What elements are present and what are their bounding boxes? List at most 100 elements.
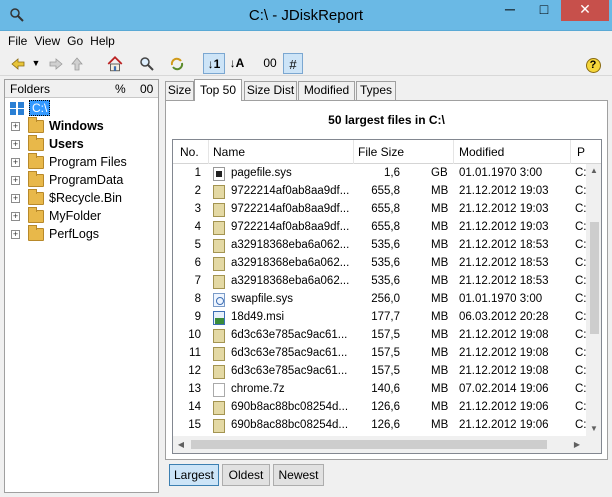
file-path: C: bbox=[575, 257, 587, 269]
help-button[interactable]: ? bbox=[583, 53, 603, 74]
table-row[interactable]: 10 6d3c63e785ac9ac61... 157,5 MB 21.12.2012 … bbox=[173, 327, 587, 345]
sort-by-name-button[interactable]: ↓A bbox=[226, 53, 248, 74]
expand-icon[interactable]: + bbox=[11, 140, 20, 149]
file-path: C: bbox=[575, 167, 587, 179]
newest-button[interactable]: Newest bbox=[273, 464, 324, 486]
chevron-down-icon: ▼ bbox=[31, 58, 41, 68]
file-size-unit: MB bbox=[431, 239, 449, 251]
expand-icon[interactable]: + bbox=[11, 158, 20, 167]
tree-item[interactable]: + Users bbox=[5, 135, 158, 154]
expand-icon[interactable]: + bbox=[11, 212, 20, 221]
show-count-button[interactable]: # bbox=[283, 53, 303, 74]
file-size: 655,8 bbox=[371, 203, 400, 215]
file-size: 1,6 bbox=[384, 167, 400, 179]
largest-button[interactable]: Largest bbox=[169, 464, 219, 486]
row-number: 12 bbox=[188, 365, 201, 377]
folders-count-column[interactable]: 00 bbox=[140, 82, 153, 96]
arrow-right-icon bbox=[49, 58, 63, 70]
expand-icon[interactable]: + bbox=[11, 194, 20, 203]
refresh-button[interactable] bbox=[167, 53, 187, 74]
column-header-modified[interactable]: Modified bbox=[459, 145, 504, 159]
scroll-right-icon[interactable]: ▶ bbox=[569, 436, 585, 453]
largest-files-table: No. Name File Size Modified P 1 pagefile.… bbox=[172, 139, 602, 454]
file-size: 126,6 bbox=[371, 419, 400, 431]
tree-item[interactable]: + Windows bbox=[5, 117, 158, 136]
vertical-scroll-thumb[interactable] bbox=[590, 222, 599, 334]
table-row[interactable]: 13 chrome.7z 140,6 MB 07.02.2014 19:06 C: bbox=[173, 381, 587, 399]
forward-button[interactable] bbox=[46, 53, 66, 74]
horizontal-scroll-thumb[interactable] bbox=[191, 440, 547, 449]
table-row[interactable]: 4 9722214af0ab8aa9df... 655,8 MB 21.12.2012 … bbox=[173, 219, 587, 237]
folder-icon bbox=[28, 171, 44, 187]
tree-item[interactable]: + Program Files bbox=[5, 153, 158, 172]
minimize-button[interactable]: ─ bbox=[493, 0, 527, 21]
file-path: C: bbox=[575, 419, 587, 431]
scroll-up-icon[interactable]: ▲ bbox=[586, 164, 601, 178]
column-header-path[interactable]: P bbox=[577, 145, 585, 159]
file-size-unit: MB bbox=[431, 419, 449, 431]
back-dropdown-button[interactable]: ▼ bbox=[29, 53, 43, 74]
menu-help[interactable]: Help bbox=[90, 34, 115, 48]
table-row[interactable]: 14 690b8ac88bc08254d... 126,6 MB 21.12.2012 … bbox=[173, 399, 587, 417]
table-row[interactable]: 6 a32918368eba6a062... 535,6 MB 21.12.2012 1… bbox=[173, 255, 587, 273]
show-size-button[interactable]: 00 bbox=[259, 53, 281, 74]
oldest-button[interactable]: Oldest bbox=[222, 464, 270, 486]
folders-header: Folders % 00 bbox=[5, 80, 158, 98]
table-row[interactable]: 15 690b8ac88bc08254d... 126,6 MB 21.12.2012 … bbox=[173, 417, 587, 435]
home-button[interactable] bbox=[104, 53, 126, 74]
scroll-corner bbox=[586, 436, 601, 453]
file-size-unit: MB bbox=[431, 185, 449, 197]
table-row[interactable]: 5 a32918368eba6a062... 535,6 MB 21.12.2012 1… bbox=[173, 237, 587, 255]
tab-types[interactable]: Types bbox=[356, 81, 396, 100]
column-header-name[interactable]: Name bbox=[213, 145, 245, 159]
scroll-left-icon[interactable]: ◀ bbox=[173, 436, 189, 453]
tree-item[interactable]: + ProgramData bbox=[5, 171, 158, 190]
file-modified: 21.12.2012 18:53 bbox=[459, 275, 549, 287]
folders-header-label: Folders bbox=[10, 82, 51, 96]
table-row[interactable]: 9 18d49.msi 177,7 MB 06.03.2012 20:28 C: bbox=[173, 309, 587, 327]
expand-icon[interactable]: + bbox=[11, 122, 20, 131]
table-row[interactable]: 1 pagefile.sys 1,6 GB 01.01.1970 3:00 C: bbox=[173, 165, 587, 183]
menu-view[interactable]: View bbox=[34, 34, 60, 48]
column-header-file-size[interactable]: File Size bbox=[358, 145, 404, 159]
menu-file[interactable]: File bbox=[8, 34, 27, 48]
tab-modified[interactable]: Modified bbox=[298, 81, 355, 100]
file-size: 535,6 bbox=[371, 257, 400, 269]
file-icon bbox=[213, 203, 225, 217]
file-icon bbox=[213, 419, 225, 433]
expand-icon[interactable]: + bbox=[11, 176, 20, 185]
row-number: 4 bbox=[194, 221, 201, 233]
column-header-no[interactable]: No. bbox=[180, 145, 199, 159]
tree-item[interactable]: + PerfLogs bbox=[5, 225, 158, 244]
table-row[interactable]: 11 6d3c63e785ac9ac61... 157,5 MB 21.12.2012 … bbox=[173, 345, 587, 363]
tree-item[interactable]: + MyFolder bbox=[5, 207, 158, 226]
search-button[interactable] bbox=[137, 53, 157, 74]
folders-percent-column[interactable]: % bbox=[115, 82, 126, 96]
scroll-down-icon[interactable]: ▼ bbox=[586, 422, 601, 436]
table-row[interactable]: 7 a32918368eba6a062... 535,6 MB 21.12.2012 1… bbox=[173, 273, 587, 291]
row-number: 8 bbox=[194, 293, 201, 305]
tab-size-dist[interactable]: Size Dist bbox=[244, 81, 297, 100]
up-button[interactable] bbox=[67, 53, 87, 74]
file-size-unit: GB bbox=[431, 167, 448, 179]
file-size: 655,8 bbox=[371, 221, 400, 233]
table-row[interactable]: 2 9722214af0ab8aa9df... 655,8 MB 21.12.2012 … bbox=[173, 183, 587, 201]
table-row[interactable]: 12 6d3c63e785ac9ac61... 157,5 MB 21.12.2012 … bbox=[173, 363, 587, 381]
maximize-button[interactable]: □ bbox=[527, 0, 561, 21]
row-number: 9 bbox=[194, 311, 201, 323]
tree-item-label: PerfLogs bbox=[49, 227, 100, 241]
expand-icon[interactable]: + bbox=[11, 230, 20, 239]
back-button[interactable] bbox=[8, 53, 28, 74]
table-row[interactable]: 3 9722214af0ab8aa9df... 655,8 MB 21.12.2012 … bbox=[173, 201, 587, 219]
tree-item[interactable]: + $Recycle.Bin bbox=[5, 189, 158, 208]
tree-root[interactable]: C:\ bbox=[5, 100, 158, 118]
tab-top-50[interactable]: Top 50 bbox=[194, 79, 242, 101]
table-row[interactable]: 8 swapfile.sys 256,0 MB 01.01.1970 3:00 C: bbox=[173, 291, 587, 309]
tab-size[interactable]: Size bbox=[165, 81, 194, 100]
close-button[interactable]: ✕ bbox=[561, 0, 609, 21]
file-size-unit: MB bbox=[431, 401, 449, 413]
sort-by-size-button[interactable]: ↓1 bbox=[203, 53, 225, 74]
menu-go[interactable]: Go bbox=[67, 34, 83, 48]
menu-bar: File View Go Help bbox=[0, 31, 612, 51]
top-files-panel: 50 largest files in C:\ No. Name File Si… bbox=[165, 100, 608, 460]
